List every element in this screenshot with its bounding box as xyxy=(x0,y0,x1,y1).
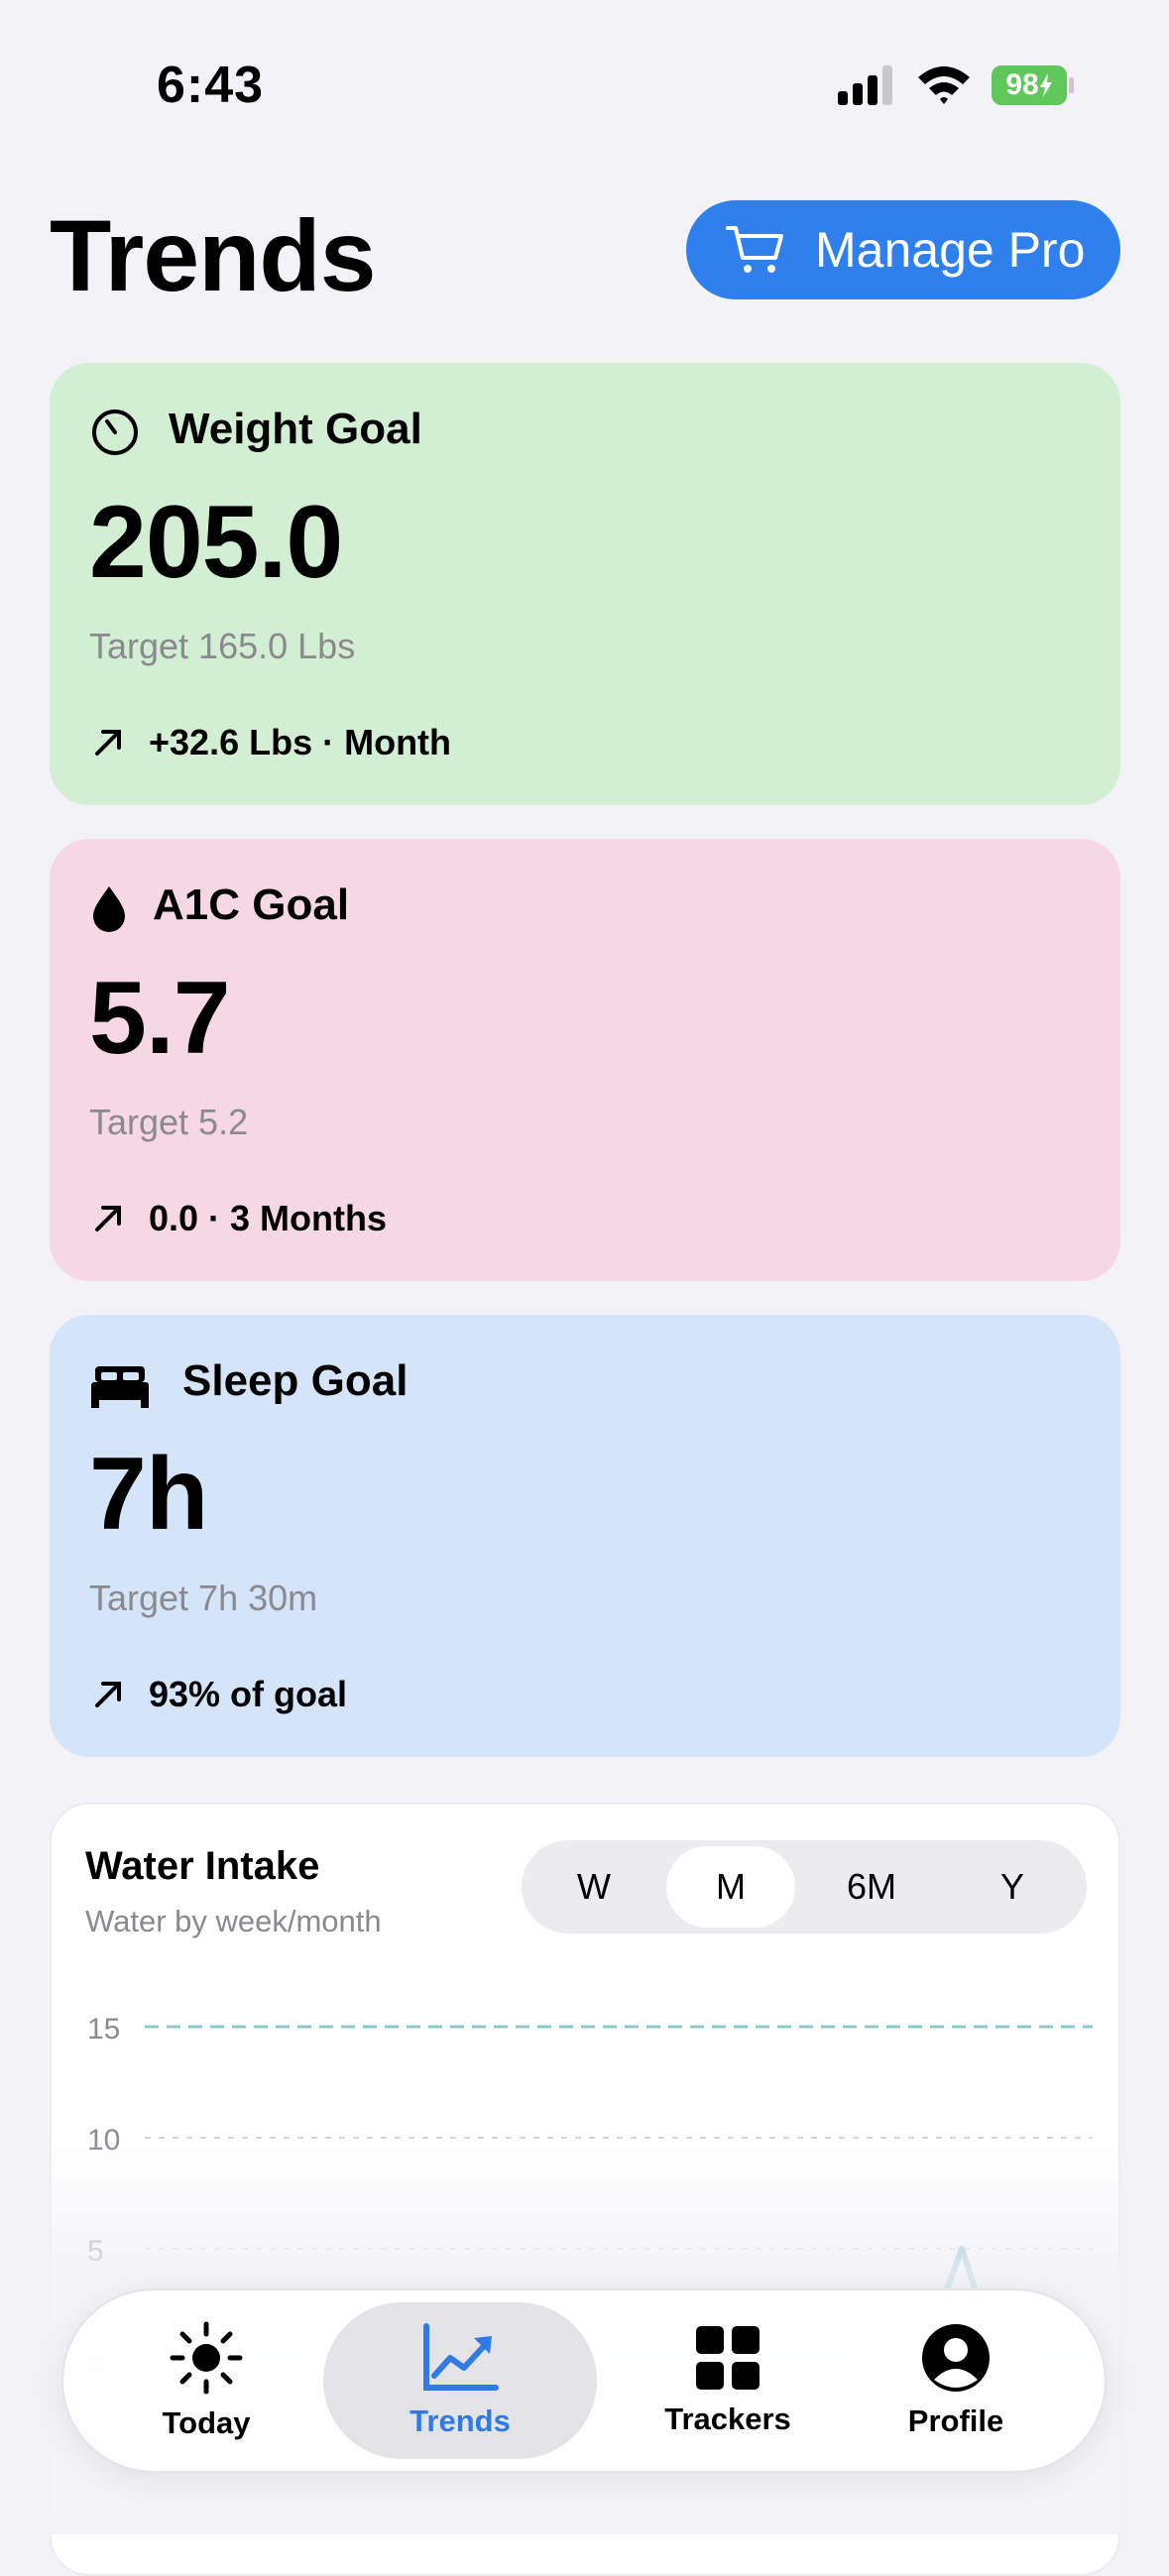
sleep-goal-card[interactable]: Sleep Goal 7h Target 7h 30m 93% of goal xyxy=(50,1315,1120,1757)
period-six-months[interactable]: 6M xyxy=(807,1846,936,1928)
a1c-goal-title: A1C Goal xyxy=(153,880,350,929)
y-tick-label: 10 xyxy=(87,2124,120,2157)
weight-goal-title: Weight Goal xyxy=(169,405,422,453)
timer-icon xyxy=(92,410,138,455)
wifi-icon xyxy=(918,66,970,104)
tab-trends[interactable]: Trends xyxy=(323,2302,597,2459)
tab-bar: Today Trends Trackers Profile xyxy=(61,2288,1107,2473)
sun-icon xyxy=(170,2321,243,2395)
weight-goal-trend: +32.6 Lbs · Month xyxy=(149,722,452,762)
period-year[interactable]: Y xyxy=(948,1846,1077,1928)
sleep-goal-value: 7h xyxy=(89,1437,208,1552)
manage-pro-label: Manage Pro xyxy=(815,222,1086,278)
water-intake-title: Water Intake xyxy=(85,1844,320,1888)
trend-chart-icon xyxy=(423,2323,499,2391)
y-tick-label: 15 xyxy=(87,2013,120,2046)
weight-goal-target: Target 165.0 Lbs xyxy=(89,626,356,666)
arrow-up-right-icon xyxy=(95,1206,121,1231)
weight-goal-value: 205.0 xyxy=(89,485,343,600)
a1c-goal-trend: 0.0 · 3 Months xyxy=(149,1198,388,1238)
tab-trackers-label: Trackers xyxy=(664,2401,791,2436)
weight-goal-card[interactable]: Weight Goal 205.0 Target 165.0 Lbs +32.6… xyxy=(50,363,1120,805)
person-icon xyxy=(922,2324,990,2392)
status-time: 6:43 xyxy=(157,57,265,114)
tab-today-label: Today xyxy=(162,2405,251,2440)
battery-level: 98 xyxy=(1005,68,1039,101)
manage-pro-button[interactable]: Manage Pro xyxy=(686,200,1120,299)
period-month[interactable]: M xyxy=(666,1846,795,1928)
arrow-up-right-icon xyxy=(95,730,121,756)
cellular-signal-icon xyxy=(838,65,892,105)
battery-nub xyxy=(1069,77,1074,93)
cart-icon xyxy=(726,226,783,273)
period-week[interactable]: W xyxy=(529,1846,658,1928)
a1c-goal-value: 5.7 xyxy=(89,961,231,1076)
tab-today[interactable]: Today xyxy=(107,2302,305,2459)
sleep-goal-trend: 93% of goal xyxy=(149,1674,348,1714)
y-tick-label: 5 xyxy=(87,2235,104,2268)
period-segmented-control: W M 6M Y xyxy=(522,1840,1087,1933)
tab-trackers[interactable]: Trackers xyxy=(619,2302,837,2459)
status-bar: 6:43 98 xyxy=(0,0,1169,149)
tab-trends-label: Trends xyxy=(409,2403,511,2438)
charging-bolt-icon xyxy=(1039,73,1052,97)
drop-icon xyxy=(93,886,125,932)
a1c-goal-target: Target 5.2 xyxy=(89,1102,249,1142)
battery-indicator: 98 xyxy=(992,65,1067,105)
tab-profile-label: Profile xyxy=(907,2403,1004,2438)
bed-icon xyxy=(91,1366,149,1408)
sleep-goal-target: Target 7h 30m xyxy=(89,1578,318,1618)
a1c-goal-card[interactable]: A1C Goal 5.7 Target 5.2 0.0 · 3 Months xyxy=(50,839,1120,1281)
arrow-up-right-icon xyxy=(95,1682,121,1707)
tab-profile[interactable]: Profile xyxy=(857,2302,1055,2459)
page-title: Trends xyxy=(50,199,376,312)
grid-icon xyxy=(696,2326,760,2390)
sleep-goal-title: Sleep Goal xyxy=(182,1356,409,1405)
water-intake-subtitle: Water by week/month xyxy=(85,1904,382,1938)
